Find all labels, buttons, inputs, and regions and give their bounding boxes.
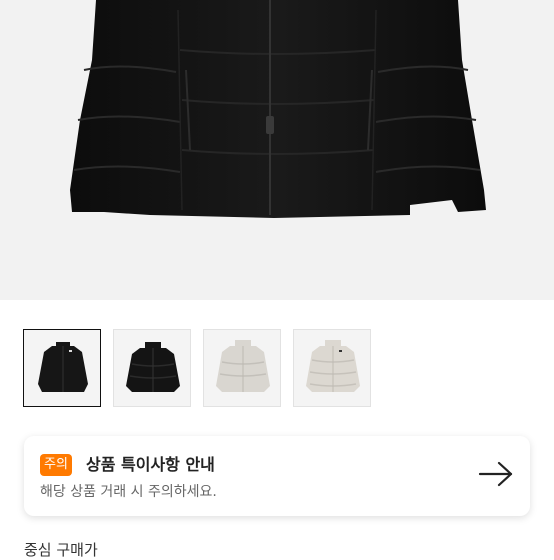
- jacket-illustration: [70, 0, 486, 218]
- section-title: 중심 구매가: [24, 541, 98, 559]
- product-main-image[interactable]: [0, 0, 554, 300]
- thumbnail-strip: [23, 329, 383, 409]
- thumbnail-cream-jacket-front[interactable]: [203, 329, 281, 407]
- thumbnail-black-jacket-puffer[interactable]: [113, 329, 191, 407]
- arrow-right-icon[interactable]: [478, 460, 514, 488]
- product-notice-card[interactable]: 주의 상품 특이사항 안내 해당 상품 거래 시 주의하세요.: [24, 436, 530, 516]
- thumbnail-black-jacket-front[interactable]: [23, 329, 101, 407]
- notice-description: 해당 상품 거래 시 주의하세요.: [40, 484, 217, 500]
- thumbnail-cream-jacket-puffer[interactable]: [293, 329, 371, 407]
- warning-badge: 주의: [40, 454, 72, 476]
- notice-title: 상품 특이사항 안내: [86, 455, 215, 474]
